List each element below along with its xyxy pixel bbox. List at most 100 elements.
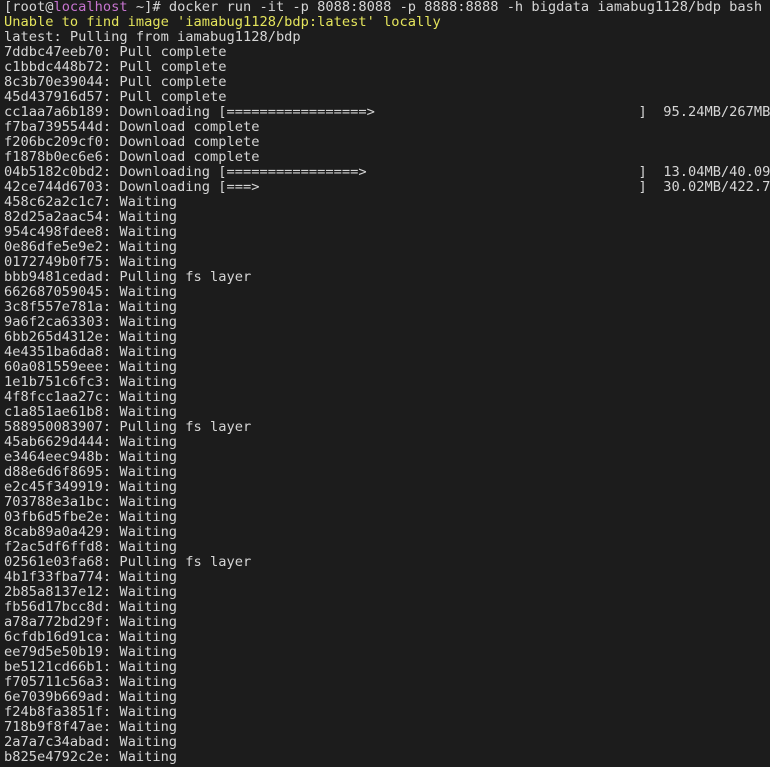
output-line: e3464eec948b: Waiting — [4, 450, 770, 465]
output-line: 45ab6629d444: Waiting — [4, 435, 770, 450]
terminal-text: 8c3b70e39044: Pull complete — [4, 74, 227, 90]
terminal-text: 6cfdb16d91ca: Waiting — [4, 629, 178, 645]
terminal-text: latest: Pulling from iamabug1128/bdp — [4, 29, 301, 45]
output-line: f206bc209cf0: Download complete — [4, 135, 770, 150]
output-line: 588950083907: Pulling fs layer — [4, 420, 770, 435]
terminal-text: fb56d17bcc8d: Waiting — [4, 599, 178, 615]
terminal-text: 458c62a2c1c7: Waiting — [4, 194, 178, 210]
output-line: 1e1b751c6fc3: Waiting — [4, 375, 770, 390]
output-line: 4f8fcc1aa27c: Waiting — [4, 390, 770, 405]
terminal-text: 60a081559eee: Waiting — [4, 359, 178, 375]
terminal-text: 6e7039b669ad: Waiting — [4, 689, 178, 705]
terminal-text: e3464eec948b: Waiting — [4, 449, 178, 465]
terminal-text: 0e86dfe5e9e2: Waiting — [4, 239, 178, 255]
output-line: 0172749b0f75: Waiting — [4, 255, 770, 270]
output-line: latest: Pulling from iamabug1128/bdp — [4, 30, 770, 45]
terminal-text: cc1aa7a6b189: Downloading [=============… — [4, 104, 770, 120]
terminal-text: 718b9f8f47ae: Waiting — [4, 719, 178, 735]
output-line: d88e6d6f8695: Waiting — [4, 465, 770, 480]
terminal-output[interactable]: [root@localhost ~]# docker run -it -p 80… — [0, 0, 770, 767]
output-line: 458c62a2c1c7: Waiting — [4, 195, 770, 210]
terminal-text: 9a6f2ca63303: Waiting — [4, 314, 178, 330]
terminal-text: bbb9481cedad: Pulling fs layer — [4, 269, 252, 285]
hostname: localhost — [53, 0, 128, 15]
output-line: 42ce744d6703: Downloading [===> ] 30.02M… — [4, 180, 770, 195]
terminal-text: 662687059045: Waiting — [4, 284, 178, 300]
output-line: ee79d5e50b19: Waiting — [4, 645, 770, 660]
output-line: 954c498fdee8: Waiting — [4, 225, 770, 240]
terminal-text: 45d437916d57: Pull complete — [4, 89, 227, 105]
terminal-text: 3c8f557e781a: Waiting — [4, 299, 178, 315]
terminal-text: f2ac5df6ffd8: Waiting — [4, 539, 178, 555]
output-line: f705711c56a3: Waiting — [4, 675, 770, 690]
output-line: 662687059045: Waiting — [4, 285, 770, 300]
terminal-text: ~]# docker run -it -p 8088:8088 -p 8888:… — [127, 0, 763, 15]
output-line: 4b1f33fba774: Waiting — [4, 570, 770, 585]
output-line: 2b85a8137e12: Waiting — [4, 585, 770, 600]
terminal-text: c1a851ae61b8: Waiting — [4, 404, 178, 420]
output-line: c1bbdc448b72: Pull complete — [4, 60, 770, 75]
terminal-text: 6bb265d4312e: Waiting — [4, 329, 178, 345]
output-line: Unable to find image 'iamabug1128/bdp:la… — [4, 15, 770, 30]
warning-text: Unable to find image 'iamabug1128/bdp:la… — [4, 14, 441, 30]
terminal-text: f24b8fa3851f: Waiting — [4, 704, 178, 720]
output-line: 6e7039b669ad: Waiting — [4, 690, 770, 705]
command-prompt-line: [root@localhost ~]# docker run -it -p 80… — [4, 0, 770, 15]
terminal-text: 954c498fdee8: Waiting — [4, 224, 178, 240]
terminal-text: [root@ — [4, 0, 54, 15]
output-line: 703788e3a1bc: Waiting — [4, 495, 770, 510]
terminal-text: f206bc209cf0: Download complete — [4, 134, 260, 150]
terminal-text: 03fb6d5fbe2e: Waiting — [4, 509, 178, 525]
terminal-text: 703788e3a1bc: Waiting — [4, 494, 178, 510]
output-line: 02561e03fa68: Pulling fs layer — [4, 555, 770, 570]
terminal-text: 588950083907: Pulling fs layer — [4, 419, 252, 435]
output-line: 6cfdb16d91ca: Waiting — [4, 630, 770, 645]
output-line: a78a772bd29f: Waiting — [4, 615, 770, 630]
output-line: 03fb6d5fbe2e: Waiting — [4, 510, 770, 525]
terminal-text: d88e6d6f8695: Waiting — [4, 464, 178, 480]
output-line: 2a7a7c34abad: Waiting — [4, 735, 770, 750]
terminal-text: b825e4792c2e: Waiting — [4, 749, 178, 765]
terminal-text: 4f8fcc1aa27c: Waiting — [4, 389, 178, 405]
output-line: 6bb265d4312e: Waiting — [4, 330, 770, 345]
output-line: 7ddbc47eeb70: Pull complete — [4, 45, 770, 60]
output-line: be5121cd66b1: Waiting — [4, 660, 770, 675]
output-line: 8cab89a0a429: Waiting — [4, 525, 770, 540]
terminal-text: ee79d5e50b19: Waiting — [4, 644, 178, 660]
terminal-text: 0172749b0f75: Waiting — [4, 254, 178, 270]
output-line: c1a851ae61b8: Waiting — [4, 405, 770, 420]
terminal-text: 2a7a7c34abad: Waiting — [4, 734, 178, 750]
terminal-text: a78a772bd29f: Waiting — [4, 614, 178, 630]
terminal-text: 42ce744d6703: Downloading [===> ] 30.02M… — [4, 179, 770, 195]
terminal-text: 02561e03fa68: Pulling fs layer — [4, 554, 252, 570]
output-line: 4e4351ba6da8: Waiting — [4, 345, 770, 360]
terminal-text: c1bbdc448b72: Pull complete — [4, 59, 227, 75]
output-line: b825e4792c2e: Waiting — [4, 750, 770, 765]
output-line: 8c3b70e39044: Pull complete — [4, 75, 770, 90]
terminal-text: f705711c56a3: Waiting — [4, 674, 178, 690]
terminal-text: 2b85a8137e12: Waiting — [4, 584, 178, 600]
terminal-text: 7ddbc47eeb70: Pull complete — [4, 44, 227, 60]
terminal-text: be5121cd66b1: Waiting — [4, 659, 178, 675]
output-line: 60a081559eee: Waiting — [4, 360, 770, 375]
output-line: f24b8fa3851f: Waiting — [4, 705, 770, 720]
output-line: e2c45f349919: Waiting — [4, 480, 770, 495]
terminal-text: 1e1b751c6fc3: Waiting — [4, 374, 178, 390]
output-line: fb56d17bcc8d: Waiting — [4, 600, 770, 615]
terminal-text: e2c45f349919: Waiting — [4, 479, 178, 495]
output-line: 0e86dfe5e9e2: Waiting — [4, 240, 770, 255]
output-line: 718b9f8f47ae: Waiting — [4, 720, 770, 735]
output-line: 82d25a2aac54: Waiting — [4, 210, 770, 225]
output-line: bbb9481cedad: Pulling fs layer — [4, 270, 770, 285]
output-line: 3c8f557e781a: Waiting — [4, 300, 770, 315]
terminal-text: f7ba7395544d: Download complete — [4, 119, 260, 135]
terminal-text: 45ab6629d444: Waiting — [4, 434, 178, 450]
output-line: f1878b0ec6e6: Download complete — [4, 150, 770, 165]
output-line: f2ac5df6ffd8: Waiting — [4, 540, 770, 555]
terminal-text: 4e4351ba6da8: Waiting — [4, 344, 178, 360]
terminal-text: f1878b0ec6e6: Download complete — [4, 149, 260, 165]
terminal-text: 82d25a2aac54: Waiting — [4, 209, 178, 225]
output-line: cc1aa7a6b189: Downloading [=============… — [4, 105, 770, 120]
terminal-text: 04b5182c0bd2: Downloading [=============… — [4, 164, 770, 180]
terminal-text: 4b1f33fba774: Waiting — [4, 569, 178, 585]
